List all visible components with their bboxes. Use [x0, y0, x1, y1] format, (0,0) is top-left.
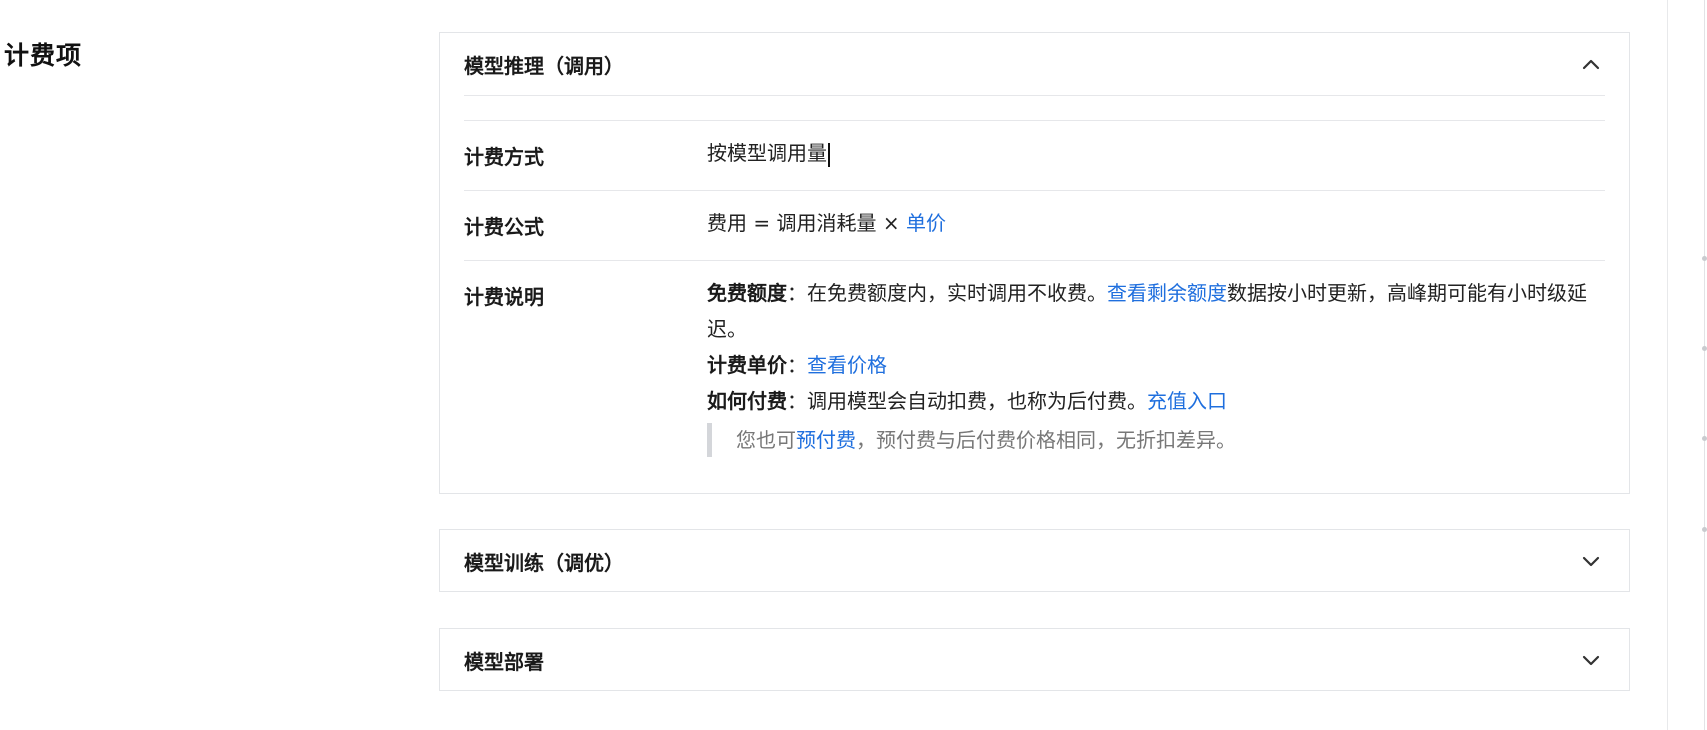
row-value: 按模型调用量 — [707, 121, 1605, 190]
chevron-down-icon[interactable] — [1577, 547, 1605, 575]
panel-header-model-training[interactable]: 模型训练（调优） — [440, 530, 1629, 592]
panel-model-deployment: 模型部署 — [439, 628, 1630, 691]
billing-method-value: 按模型调用量 — [707, 141, 827, 165]
recharge-link[interactable]: 充值入口 — [1147, 389, 1227, 413]
anchor-nav-dot[interactable] — [1702, 256, 1707, 261]
anchor-nav-dot[interactable] — [1702, 527, 1707, 532]
unit-price-line: 计费单价：查看价格 — [707, 347, 1605, 383]
panel-header-model-inference[interactable]: 模型推理（调用） — [440, 33, 1629, 95]
right-divider — [1667, 0, 1668, 730]
text-caret — [828, 142, 830, 167]
unit-price-sep: ： — [787, 353, 807, 377]
panel-header-model-deployment[interactable]: 模型部署 — [440, 629, 1629, 691]
row-billing-method: 计费方式 按模型调用量 — [464, 121, 1605, 190]
divider — [464, 95, 1605, 96]
free-quota-text: ：在免费额度内，实时调用不收费。 — [787, 281, 1107, 305]
panel-body: 计费方式 按模型调用量 计费公式 费用 = 调用消耗量 × 单价 计费说明 免费… — [464, 95, 1605, 471]
note-prefix: 您也可 — [736, 428, 796, 452]
anchor-nav-line — [1704, 0, 1705, 730]
anchor-nav-dot[interactable] — [1702, 436, 1707, 441]
formula-text: 费用 = 调用消耗量 × — [707, 211, 906, 235]
anchor-nav-dot[interactable] — [1702, 346, 1707, 351]
note-suffix: ，预付费与后付费价格相同，无折扣差异。 — [856, 428, 1236, 452]
row-label: 计费公式 — [464, 215, 544, 239]
section-title: 计费项 — [4, 41, 83, 70]
prepay-note: 您也可预付费，预付费与后付费价格相同，无折扣差异。 — [707, 423, 1605, 457]
free-quota-line: 免费额度：在免费额度内，实时调用不收费。查看剩余额度数据按小时更新，高峰期可能有… — [707, 275, 1605, 347]
unit-price-link[interactable]: 单价 — [906, 211, 946, 235]
panel-title: 模型部署 — [464, 649, 544, 674]
how-to-pay-label: 如何付费 — [707, 389, 787, 413]
unit-price-label: 计费单价 — [707, 353, 787, 377]
panel-title: 模型推理（调用） — [464, 53, 624, 78]
chevron-down-icon[interactable] — [1577, 646, 1605, 674]
how-to-pay-line: 如何付费：调用模型会自动扣费，也称为后付费。充值入口 — [707, 383, 1605, 419]
page: 计费项 模型推理（调用） 计费方式 按模型调用量 计费公式 费用 = 调用消耗量… — [0, 0, 1707, 730]
panel-model-inference: 模型推理（调用） 计费方式 按模型调用量 计费公式 费用 = 调用消耗量 × 单… — [439, 32, 1630, 494]
row-label: 计费说明 — [464, 285, 544, 309]
free-quota-label: 免费额度 — [707, 281, 787, 305]
row-billing-formula: 计费公式 费用 = 调用消耗量 × 单价 — [464, 190, 1605, 260]
panel-title: 模型训练（调优） — [464, 550, 624, 575]
view-price-link[interactable]: 查看价格 — [807, 353, 887, 377]
how-to-pay-text: ：调用模型会自动扣费，也称为后付费。 — [787, 389, 1147, 413]
row-billing-description: 计费说明 免费额度：在免费额度内，实时调用不收费。查看剩余额度数据按小时更新，高… — [464, 260, 1605, 471]
view-remaining-quota-link[interactable]: 查看剩余额度 — [1107, 281, 1227, 305]
row-label: 计费方式 — [464, 145, 544, 169]
chevron-up-icon[interactable] — [1577, 50, 1605, 78]
prepay-link[interactable]: 预付费 — [796, 428, 856, 452]
row-value: 费用 = 调用消耗量 × 单价 — [707, 191, 1605, 260]
panel-model-training: 模型训练（调优） — [439, 529, 1630, 592]
row-value: 免费额度：在免费额度内，实时调用不收费。查看剩余额度数据按小时更新，高峰期可能有… — [707, 261, 1605, 471]
